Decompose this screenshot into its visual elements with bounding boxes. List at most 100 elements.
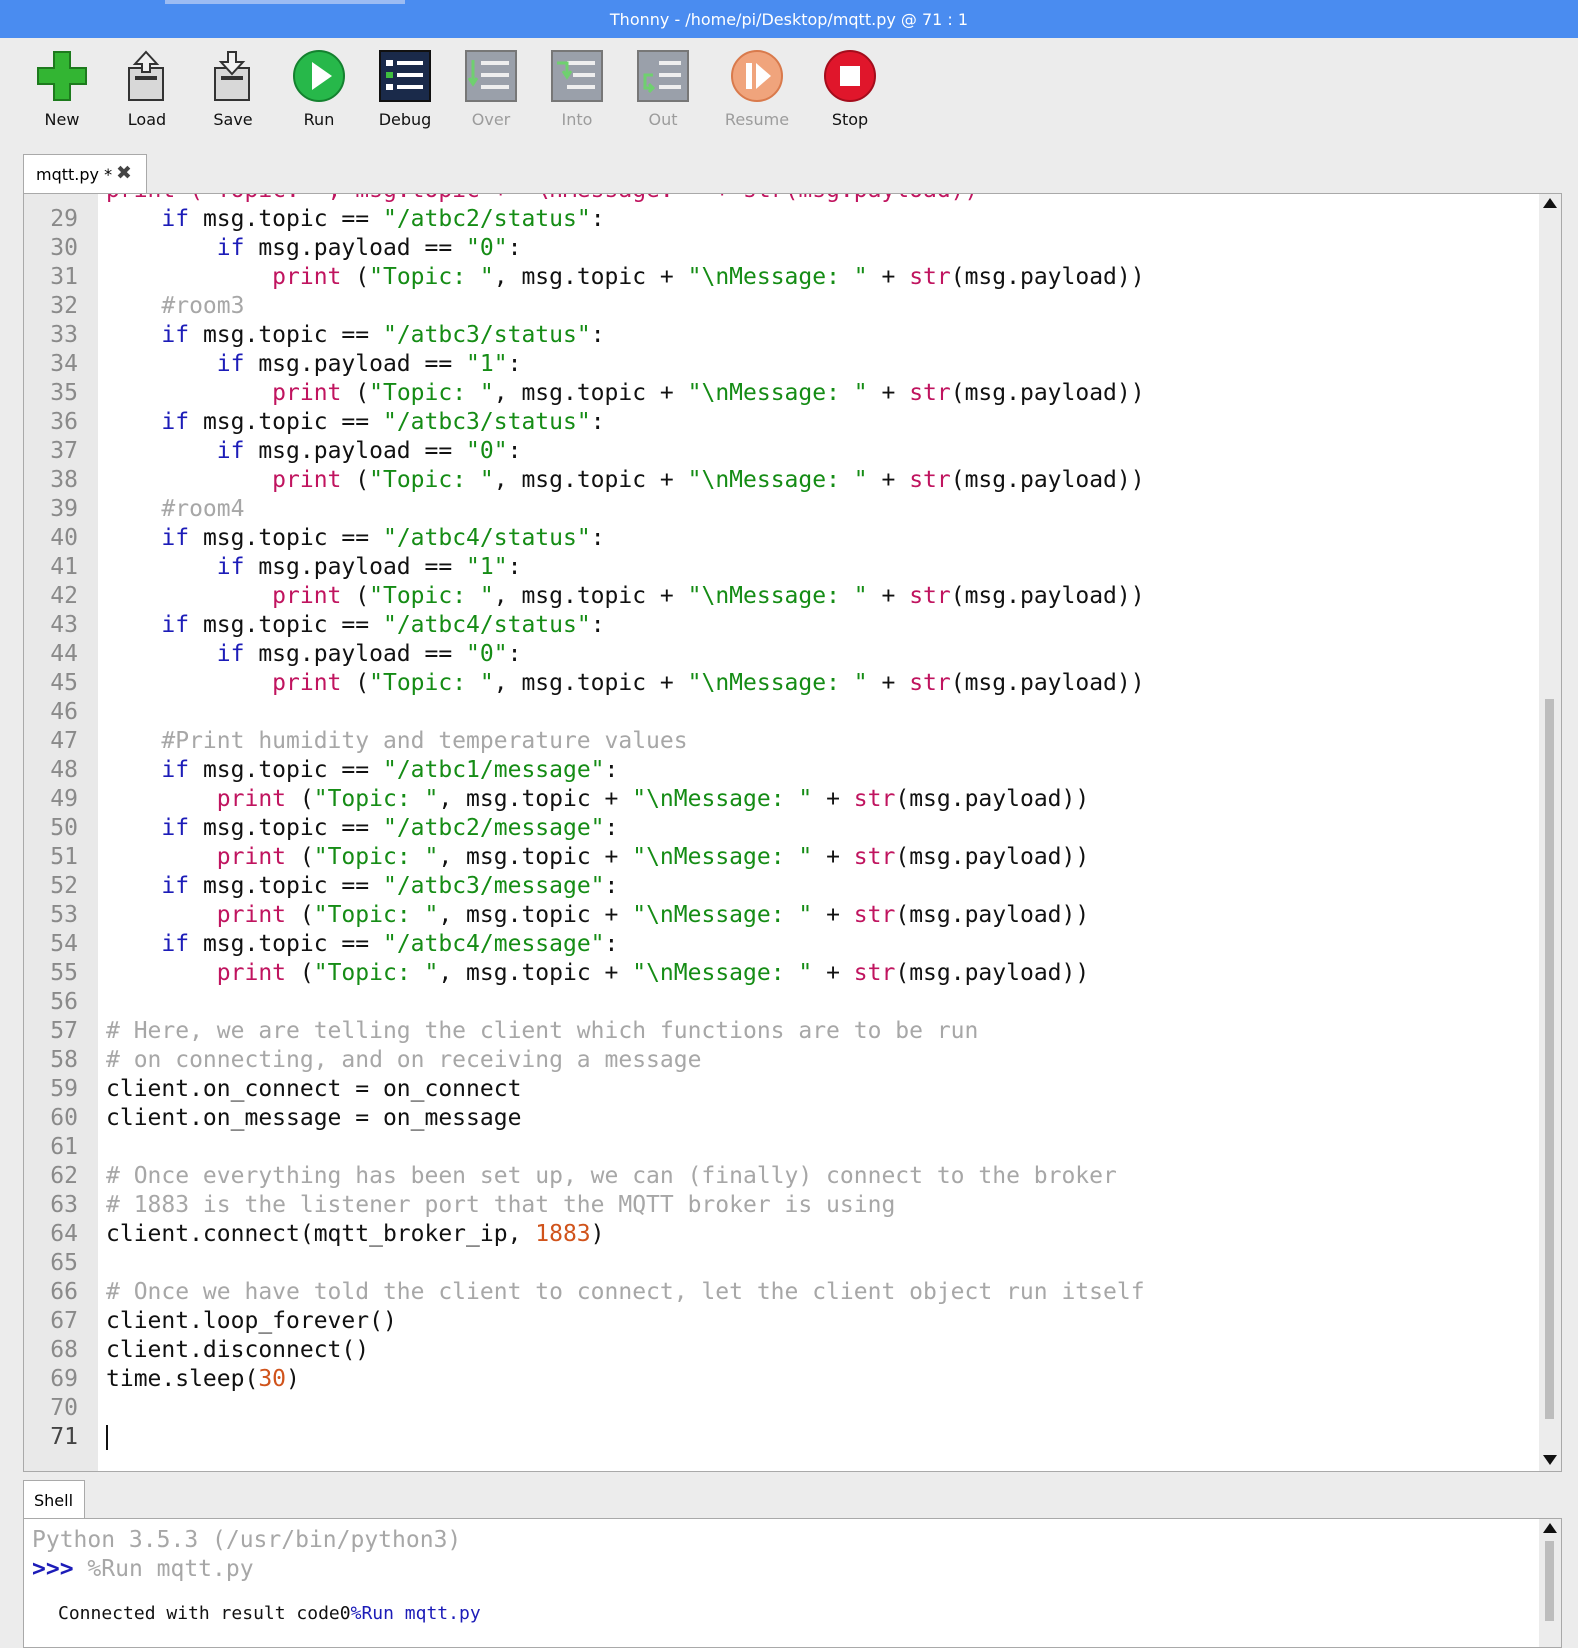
shell-tab-label: Shell: [34, 1491, 74, 1510]
load-label: Load: [127, 110, 167, 129]
run-button[interactable]: Run: [279, 48, 359, 129]
code-line: 41 if msg.payload == "1":: [50, 554, 522, 580]
over-label: Over: [471, 110, 511, 129]
code-line: 37 if msg.payload == "0":: [50, 438, 522, 464]
debug-label: Debug: [378, 110, 432, 129]
plus-icon: [37, 51, 87, 101]
code-line: 56: [50, 989, 78, 1015]
code-line: 30 if msg.payload == "0":: [50, 235, 522, 261]
code-line: 62 # Once everything has been set up, we …: [50, 1163, 1117, 1189]
load-file-icon: [128, 50, 164, 101]
code-line: 35 print ("Topic: ", msg.topic + "\nMess…: [50, 380, 1145, 406]
code-line: 43 if msg.topic == "/atbc4/status":: [50, 612, 605, 638]
stop-icon: [824, 50, 876, 102]
code-line: 32 #room3: [50, 293, 245, 319]
shell-output-text: Connected with result code0: [58, 1603, 351, 1624]
step-into-icon: [551, 50, 603, 102]
save-file-icon: [214, 51, 250, 101]
code-line: 54 if msg.topic == "/atbc4/message":: [50, 931, 619, 957]
code-line: 59 client.on_connect = on_connect: [50, 1076, 522, 1102]
code-line: 68 client.disconnect(): [50, 1337, 370, 1363]
scrollbar-thumb[interactable]: [1545, 699, 1554, 1419]
into-label: Into: [561, 110, 593, 129]
code-line: 40 if msg.topic == "/atbc4/status":: [50, 525, 605, 551]
scroll-up-arrow-icon[interactable]: [1543, 198, 1557, 208]
shell-command-line: >>> %Run mqtt.py: [32, 1556, 254, 1582]
code-line: 50 if msg.topic == "/atbc2/message":: [50, 815, 619, 841]
code-line: 61: [50, 1134, 78, 1160]
shell-python-version: Python 3.5.3 (/usr/bin/python3): [32, 1527, 462, 1553]
debug-icon: [379, 50, 431, 102]
code-line-current: 71: [24, 1423, 108, 1452]
code-line: 70: [50, 1395, 78, 1421]
code-line: 55 print ("Topic: ", msg.topic + "\nMess…: [50, 960, 1090, 986]
code-editor[interactable]: print ("Topic: ", msg.topic + "\nMessage…: [23, 193, 1562, 1472]
editor-scrollbar[interactable]: [1539, 194, 1561, 1471]
stop-button[interactable]: Stop: [810, 48, 890, 129]
scroll-down-arrow-icon[interactable]: [1543, 1455, 1557, 1465]
code-line: 38 print ("Topic: ", msg.topic + "\nMess…: [50, 467, 1145, 493]
code-line: 45 print ("Topic: ", msg.topic + "\nMess…: [50, 670, 1145, 696]
shell-output: Connected with result code0%Run mqtt.py: [58, 1603, 481, 1624]
code-line: 33 if msg.topic == "/atbc3/status":: [50, 322, 605, 348]
toolbar: New Load Save Run Debug Over Into Out Re…: [0, 38, 1578, 140]
step-into-button[interactable]: Into: [537, 48, 617, 129]
code-line: 29 if msg.topic == "/atbc2/status":: [50, 206, 605, 232]
code-line: 63 # 1883 is the listener port that the M…: [50, 1192, 896, 1218]
code-line: 44 if msg.payload == "0":: [50, 641, 522, 667]
new-button[interactable]: New: [22, 48, 102, 129]
code-lines: 29 if msg.topic == "/atbc2/status": 30 i…: [24, 205, 1145, 1452]
tab-label: mqtt.py *: [36, 165, 113, 184]
shell-prompt: >>>: [32, 1556, 74, 1582]
code-line: 67 client.loop_forever(): [50, 1308, 397, 1334]
code-line: 48 if msg.topic == "/atbc1/message":: [50, 757, 619, 783]
resume-label: Resume: [724, 110, 790, 129]
save-label: Save: [213, 110, 253, 129]
tab-mqtt-py[interactable]: mqtt.py * ✖: [23, 154, 147, 193]
code-line: 57 # Here, we are telling the client whic…: [50, 1018, 979, 1044]
window-titlebar: Thonny - /home/pi/Desktop/mqtt.py @ 71 :…: [0, 0, 1578, 38]
code-line: 52 if msg.topic == "/atbc3/message":: [50, 873, 619, 899]
tab-shell[interactable]: Shell: [23, 1480, 85, 1519]
step-over-icon: [465, 50, 517, 102]
out-label: Out: [648, 110, 678, 129]
code-line: 64 client.connect(mqtt_broker_ip, 1883): [50, 1221, 605, 1247]
shell-scrollbar[interactable]: [1539, 1519, 1561, 1647]
shell-command: %Run mqtt.py: [87, 1556, 254, 1582]
code-line: 39 #room4: [50, 496, 245, 522]
partial-code-line: print ("Topic: ", msg.topic + "\nMessage…: [106, 194, 978, 205]
code-line: 53 print ("Topic: ", msg.topic + "\nMess…: [50, 902, 1090, 928]
resume-button[interactable]: Resume: [717, 48, 797, 129]
play-icon: [293, 50, 345, 102]
code-line: 66 # Once we have told the client to conn…: [50, 1279, 1145, 1305]
code-line: 65: [50, 1250, 78, 1276]
new-label: New: [44, 110, 80, 129]
run-label: Run: [303, 110, 335, 129]
text-caret: [106, 1425, 108, 1450]
code-line: 58 # on connecting, and on receiving a me…: [50, 1047, 702, 1073]
code-line: 34 if msg.payload == "1":: [50, 351, 522, 377]
step-over-button[interactable]: Over: [451, 48, 531, 129]
load-button[interactable]: Load: [107, 48, 187, 129]
stop-label: Stop: [831, 110, 869, 129]
shell-panel[interactable]: Python 3.5.3 (/usr/bin/python3) >>> %Run…: [23, 1518, 1562, 1648]
code-line: 36 if msg.topic == "/atbc3/status":: [50, 409, 605, 435]
shell-output-command: %Run mqtt.py: [350, 1603, 481, 1624]
titlebar-tab-stub: [165, 0, 405, 4]
code-line: 69 time.sleep(30): [50, 1366, 300, 1392]
resume-icon: [731, 50, 783, 102]
debug-button[interactable]: Debug: [365, 48, 445, 129]
code-line: 49 print ("Topic: ", msg.topic + "\nMess…: [50, 786, 1090, 812]
code-line: 42 print ("Topic: ", msg.topic + "\nMess…: [50, 583, 1145, 609]
code-line: 46: [50, 699, 78, 725]
close-icon[interactable]: ✖: [116, 162, 132, 184]
window-title: Thonny - /home/pi/Desktop/mqtt.py @ 71 :…: [609, 10, 969, 29]
save-button[interactable]: Save: [193, 48, 273, 129]
shell-scroll-up-arrow-icon[interactable]: [1543, 1523, 1557, 1533]
step-out-icon: [637, 50, 689, 102]
code-line: 51 print ("Topic: ", msg.topic + "\nMess…: [50, 844, 1090, 870]
code-line: 31 print ("Topic: ", msg.topic + "\nMess…: [50, 264, 1145, 290]
step-out-button[interactable]: Out: [623, 48, 703, 129]
shell-scrollbar-thumb[interactable]: [1545, 1541, 1554, 1621]
code-line: 60 client.on_message = on_message: [50, 1105, 522, 1131]
